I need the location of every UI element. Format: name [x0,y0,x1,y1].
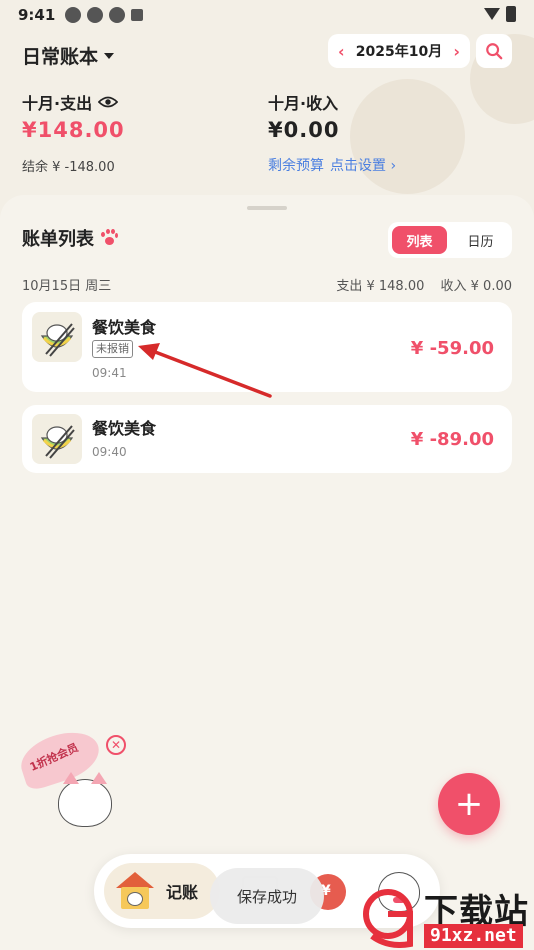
notification-icons [65,7,144,23]
house-icon [116,872,154,910]
bill-list-title: 账单列表 [22,225,118,251]
reimburse-tag: 未报销 [92,340,133,358]
budget-label: 剩余预算 [268,158,324,174]
add-bill-button[interactable]: + [438,773,500,835]
food-bowl-icon [32,312,82,362]
entry-amount: ¥ -89.00 [410,429,494,450]
toast-message: 保存成功 [210,868,324,924]
nav-record-label: 记账 [166,883,199,902]
entry-amount: ¥ -59.00 [410,338,494,359]
watermark: 下载站 91xz.net [358,880,534,950]
battery-icon [506,6,516,22]
eye-icon[interactable] [98,95,119,109]
entry-category: 餐饮美食 [92,419,157,438]
book-selector[interactable]: 日常账本 [22,42,115,69]
wifi-icon [484,8,500,20]
month-picker: ‹ 2025年10月 › [328,34,470,68]
expense-amount: ¥148.00 [22,118,125,142]
system-icons [484,6,516,22]
paw-icon [100,229,118,247]
app-notification-icon [109,7,126,23]
bill-entry[interactable]: 餐饮美食 09:40 ¥ -89.00 [22,405,512,473]
status-bar: 9:41 [0,0,534,30]
view-toggle: 列表 日历 [388,222,512,258]
app-notification-icon [131,9,144,21]
close-icon[interactable]: ✕ [106,735,126,755]
nav-record[interactable]: 记账 [104,863,220,919]
day-summary: 10月15日 周三 支出 ¥ 148.00 收入 ¥ 0.00 [22,275,512,294]
member-promo[interactable]: 1折抢会员 ✕ [14,723,130,845]
search-icon [486,43,503,60]
day-expense: 支出 ¥ 148.00 [336,279,425,294]
expense-label: 十月·支出 [22,90,119,114]
budget-action: 点击设置 › [330,158,397,174]
decor-circle [350,79,465,194]
day-income: 收入 ¥ 0.00 [440,279,512,294]
food-bowl-icon [32,414,82,464]
app-notification-icon [65,7,82,23]
day-date: 10月15日 周三 [22,279,112,294]
caret-down-icon [104,52,115,59]
entry-category: 餐饮美食 [92,318,157,337]
balance-text: 结余 ¥ -148.00 [22,160,115,175]
prev-month-button[interactable]: ‹ [338,42,345,61]
entry-time: 09:41 [92,366,127,380]
tab-calendar[interactable]: 日历 [453,226,508,254]
watermark-logo-icon [363,889,413,948]
expense-label-text: 十月·支出 [22,94,93,113]
budget-link[interactable]: 剩余预算 点击设置 › [268,155,396,175]
watermark-url: 91xz.net [424,924,523,948]
bill-list-title-text: 账单列表 [22,229,94,250]
summary-header: 日常账本 ‹ 2025年10月 › 十月·支出 ¥148.00 结余 ¥ -14… [0,34,534,194]
search-button[interactable] [476,34,512,68]
month-label[interactable]: 2025年10月 [356,41,442,61]
bill-entry[interactable]: 餐饮美食 未报销 09:41 ¥ -59.00 [22,302,512,392]
entry-time: 09:40 [92,445,127,459]
status-time: 9:41 [18,6,56,24]
income-label: 十月·收入 [268,94,339,113]
tab-list[interactable]: 列表 [392,226,447,254]
drag-handle[interactable] [247,206,287,210]
cat-mascot-icon [58,772,112,827]
income-amount: ¥0.00 [268,118,340,142]
next-month-button[interactable]: › [453,42,460,61]
book-name: 日常账本 [22,46,99,68]
app-notification-icon [87,7,104,23]
